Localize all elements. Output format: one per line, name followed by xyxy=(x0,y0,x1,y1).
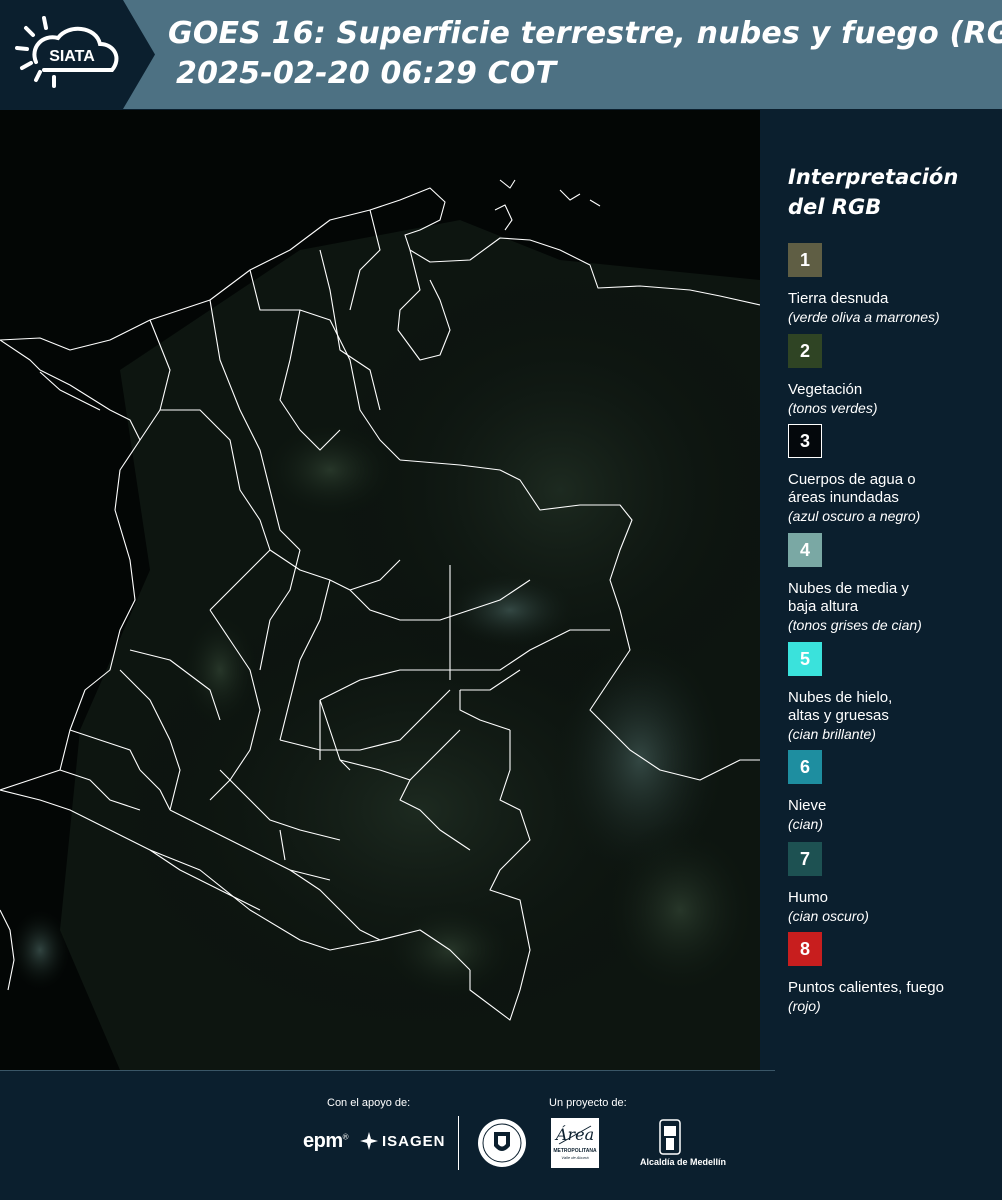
legend-label-line: Tierra desnuda xyxy=(788,290,889,307)
legend-swatch: 3 xyxy=(788,424,822,458)
legend-swatch: 7 xyxy=(788,842,822,876)
legend-item-description: (azul oscuro a negro) xyxy=(788,508,921,524)
legend-item-snow: 6 Nieve (cian) xyxy=(788,750,998,834)
legend-item-label: Vegetación xyxy=(788,381,998,399)
epm-logo[interactable]: epm® xyxy=(303,1130,349,1153)
area-logo-name: METROPOLITANA xyxy=(553,1148,597,1154)
legend-swatch: 4 xyxy=(788,533,822,567)
legend-item-label: Nubes de hielo, altas y gruesas xyxy=(788,689,998,725)
legend-label-line: Humo xyxy=(788,889,829,906)
legend-label-line: Nieve xyxy=(788,797,827,814)
legend-label-line: Cuerpos de agua o xyxy=(788,471,916,488)
satellite-map[interactable] xyxy=(0,110,760,1070)
area-metropolitana-logo[interactable]: Área METROPOLITANA Valle de Aburrá xyxy=(551,1118,599,1168)
legend-item-description: (cian oscuro) xyxy=(788,908,869,924)
legend-label-line: baja altura xyxy=(788,598,859,615)
legend-item-label: Cuerpos de agua o áreas inundadas xyxy=(788,471,998,507)
legend-item-description: (rojo) xyxy=(788,998,821,1014)
svg-text:Área: Área xyxy=(554,1124,594,1144)
epm-logo-text: epm xyxy=(303,1130,343,1152)
legend-item-bare-soil: 1 Tierra desnuda (verde oliva a marrones… xyxy=(788,243,998,327)
medellin-shield-icon xyxy=(659,1119,681,1155)
area-metropolitana-icon: Área xyxy=(554,1124,594,1145)
legend-item-description: (tonos verdes) xyxy=(788,400,878,416)
legend-label-line: Vegetación xyxy=(788,381,863,398)
legend-item-description: (tonos grises de cian) xyxy=(788,617,922,633)
legend-item-label: Humo xyxy=(788,889,998,907)
legend-item-description: (verde oliva a marrones) xyxy=(788,309,940,325)
isagen-logo-text: ISAGEN xyxy=(382,1132,446,1150)
support-label: Con el apoyo de: xyxy=(327,1097,411,1109)
legend-label-line: áreas inundadas xyxy=(788,489,899,506)
map-canvas xyxy=(0,110,760,1070)
legend-panel: Interpretación del RGB 1 Tierra desnuda … xyxy=(762,110,1002,1070)
legend-item-ice-clouds: 5 Nubes de hielo, altas y gruesas (cian … xyxy=(788,642,998,744)
legend-title-line2: del RGB xyxy=(788,195,882,219)
legend-swatch: 8 xyxy=(788,932,822,966)
epm-reg-mark: ® xyxy=(342,1132,349,1142)
legend-item-label: Nieve xyxy=(788,797,998,815)
legend-item-vegetation: 2 Vegetación (tonos verdes) xyxy=(788,334,998,418)
university-seal-icon[interactable] xyxy=(477,1118,527,1168)
legend-label-line: Nubes de media y xyxy=(788,580,909,597)
legend-swatch: 1 xyxy=(788,243,822,277)
legend-swatch: 6 xyxy=(788,750,822,784)
page-title: GOES 16: Superficie terrestre, nubes y f… xyxy=(168,16,1002,51)
legend-item-smoke: 7 Humo (cian oscuro) xyxy=(788,842,998,926)
legend-item-label: Puntos calientes, fuego xyxy=(788,979,998,997)
legend-swatch: 5 xyxy=(788,642,822,676)
area-logo-subtitle: Valle de Aburrá xyxy=(561,1155,589,1160)
legend-item-description: (cian brillante) xyxy=(788,726,876,742)
legend-item-description: (cian) xyxy=(788,816,824,832)
legend-item-label: Nubes de media y baja altura xyxy=(788,580,998,616)
svg-text:SIATA: SIATA xyxy=(49,48,95,65)
legend-item-mid-low-clouds: 4 Nubes de media y baja altura (tonos gr… xyxy=(788,533,998,635)
legend-swatch: 2 xyxy=(788,334,822,368)
isagen-logo[interactable]: ISAGEN xyxy=(360,1132,446,1150)
isagen-icon xyxy=(360,1132,378,1150)
legend-label-line: Puntos calientes, fuego xyxy=(788,979,944,996)
legend-item-label: Tierra desnuda xyxy=(788,290,998,308)
footer-separator xyxy=(458,1116,459,1170)
image-timestamp: 2025-02-20 06:29 COT xyxy=(176,56,557,91)
siata-logo: SIATA xyxy=(15,16,119,88)
footer: Con el apoyo de: Un proyecto de: epm® IS… xyxy=(0,1070,1002,1200)
project-label: Un proyecto de: xyxy=(549,1097,627,1109)
footer-divider xyxy=(0,1070,775,1071)
legend-item-fire: 8 Puntos calientes, fuego (rojo) xyxy=(788,932,998,1016)
legend-label-line: Nubes de hielo, xyxy=(788,689,893,706)
legend-title: Interpretación del RGB xyxy=(788,162,988,222)
legend-title-line1: Interpretación xyxy=(788,165,959,189)
legend-label-line: altas y gruesas xyxy=(788,707,889,724)
alcaldia-logo[interactable]: Alcaldía de Medellín xyxy=(640,1118,727,1168)
legend-item-water: 3 Cuerpos de agua o áreas inundadas (azu… xyxy=(788,424,998,526)
alcaldia-logo-text: Alcaldía de Medellín xyxy=(640,1157,727,1167)
